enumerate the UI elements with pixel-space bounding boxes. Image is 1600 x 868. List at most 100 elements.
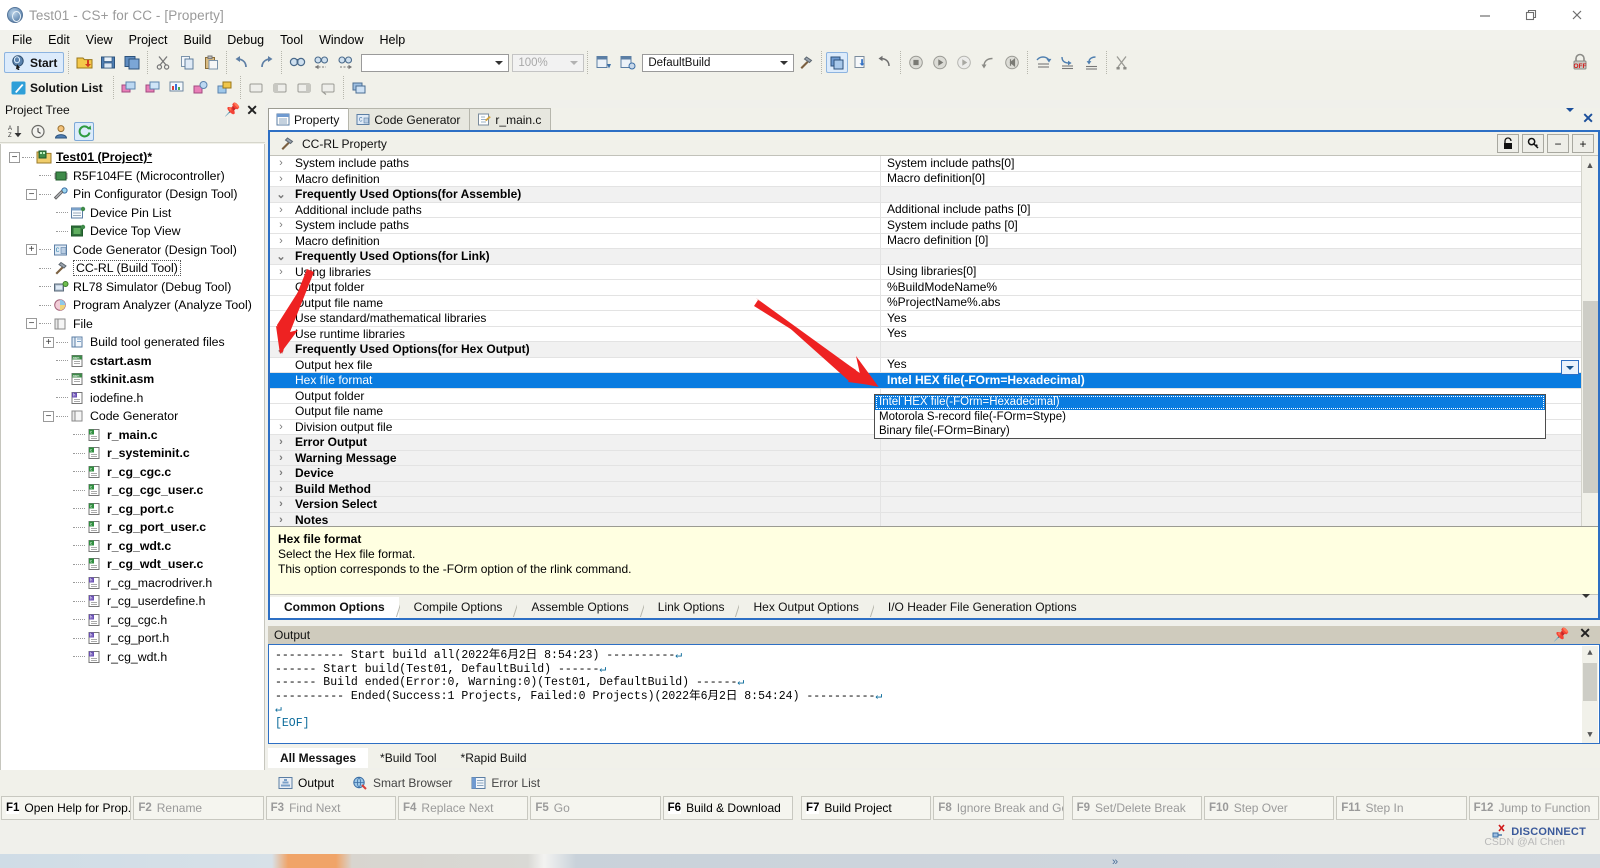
output-vscrollbar[interactable]: ▲ ▼ — [1582, 646, 1598, 743]
save-icon[interactable] — [97, 52, 119, 73]
menu-debug[interactable]: Debug — [219, 31, 272, 49]
menu-tool[interactable]: Tool — [272, 31, 311, 49]
tree-expander[interactable]: − — [26, 318, 37, 330]
clock-icon[interactable] — [28, 122, 48, 141]
tree-node[interactable]: + Build tool generated files — [1, 333, 264, 352]
build-tool-icon[interactable] — [795, 52, 817, 73]
tree-node[interactable]: asm cstart.asm — [1, 352, 264, 371]
dropdown-option[interactable]: Binary file(-FOrm=Binary) — [875, 424, 1545, 439]
close-icon[interactable]: ✕ — [246, 103, 258, 117]
option-tab[interactable]: Common Options — [270, 597, 399, 618]
close-icon[interactable]: ✕ — [1579, 626, 1591, 643]
tree-node[interactable]: − File — [1, 315, 264, 334]
tree-expander[interactable]: − — [9, 151, 20, 163]
property-row[interactable]: › System include paths System include path… — [270, 156, 1598, 172]
download-icon[interactable] — [850, 52, 872, 73]
property-value[interactable]: Macro definition [0] — [880, 233, 1598, 249]
property-row[interactable]: › System include paths System include path… — [270, 217, 1598, 234]
tree-node[interactable]: c r_cg_port.c — [1, 500, 264, 519]
option-tab[interactable]: Link Options — [643, 597, 739, 618]
property-row[interactable]: Use standard/mathematical libraries Yes — [270, 310, 1598, 327]
tab-close-icon[interactable]: ✕ — [1582, 110, 1594, 127]
function-key[interactable]: F5 Go — [530, 796, 661, 820]
tree-node[interactable]: h r_cg_port.h — [1, 629, 264, 648]
cut-icon[interactable] — [152, 52, 174, 73]
sort-az-icon[interactable]: A Z — [5, 122, 25, 141]
property-value[interactable] — [880, 496, 1598, 512]
hex-file-format-dropdown-button[interactable] — [1561, 360, 1579, 375]
step-return-icon[interactable] — [1080, 52, 1102, 73]
search-input[interactable] — [361, 53, 510, 72]
open-project-icon[interactable] — [73, 52, 95, 73]
cascade-icon[interactable] — [348, 77, 370, 98]
step-out-icon[interactable] — [977, 52, 999, 73]
build-project-icon[interactable] — [826, 52, 849, 73]
collapse-all-icon[interactable]: − — [1547, 134, 1569, 153]
tree-node[interactable]: h r_cg_userdefine.h — [1, 592, 264, 611]
function-key[interactable]: F8 Ignore Break and Go — [933, 796, 1064, 820]
go-icon[interactable] — [929, 52, 951, 73]
tab-property[interactable]: Property — [268, 108, 350, 130]
property-row[interactable]: Use runtime libraries Yes — [270, 326, 1598, 342]
tree-node[interactable]: c r_cg_cgc.c — [1, 463, 264, 482]
row-expander[interactable]: ⌄ — [270, 188, 292, 201]
user-icon[interactable] — [51, 122, 71, 141]
chevron-down-icon[interactable] — [492, 55, 506, 71]
property-row[interactable]: Output folder %BuildModeName% — [270, 279, 1598, 296]
pin-icon[interactable] — [214, 77, 236, 98]
key-icon[interactable] — [1522, 134, 1544, 153]
remove-item-icon[interactable] — [142, 77, 164, 98]
dock-item-error-list[interactable]: Error List — [461, 772, 549, 794]
tree-node[interactable]: RL78 Simulator (Debug Tool) — [1, 278, 264, 297]
menu-file[interactable]: File — [4, 31, 40, 49]
tab-code-generator[interactable]: C Code Generator — [348, 108, 471, 130]
property-row[interactable]: Output file name %ProjectName%.abs — [270, 295, 1598, 311]
dock-left-icon[interactable] — [269, 77, 291, 98]
ignore-break-and-go-icon[interactable] — [953, 52, 975, 73]
property-row[interactable]: › Build Method — [270, 481, 1598, 497]
tree-node[interactable]: Device Top View — [1, 222, 264, 241]
property-row[interactable]: Output hex file Yes — [270, 357, 1598, 373]
start-icon[interactable]: Start — [4, 52, 65, 73]
row-expander[interactable]: ⌄ — [270, 250, 292, 263]
hex-file-format-dropdown-list[interactable]: Intel HEX file(-FOrm=Hexadecimal) Motorol… — [874, 394, 1546, 439]
property-row[interactable]: › Warning Message — [270, 450, 1598, 466]
vscroll-thumb[interactable] — [1583, 663, 1597, 701]
menu-window[interactable]: Window — [311, 31, 371, 49]
step-into-icon[interactable] — [1056, 52, 1078, 73]
output-tab[interactable]: *Rapid Build — [448, 748, 539, 768]
property-value[interactable] — [880, 248, 1598, 264]
property-value[interactable] — [880, 450, 1598, 466]
tab-r-main-c[interactable]: r_main.c — [469, 108, 552, 130]
lock-off-icon[interactable]: OFF — [1570, 52, 1590, 72]
row-expander[interactable]: › — [270, 204, 292, 216]
tree-node[interactable]: R5F104FE (Microcontroller) — [1, 167, 264, 186]
dock-item-output[interactable]: Output — [268, 772, 343, 794]
stop-icon[interactable] — [905, 52, 927, 73]
tree-node[interactable]: c r_cg_wdt.c — [1, 537, 264, 556]
function-key[interactable]: F7 Build Project — [800, 796, 932, 820]
property-value[interactable]: Intel HEX file(-FOrm=Hexadecimal) — [880, 372, 1598, 388]
dock-item-smart-browser[interactable]: Smart Browser — [343, 772, 461, 794]
function-key[interactable]: F12 Jump to Function — [1468, 796, 1599, 820]
property-value[interactable] — [880, 341, 1598, 357]
redo-icon[interactable] — [255, 52, 277, 73]
property-row[interactable]: Hex file format Intel HEX file(-FOrm=Hexa… — [270, 372, 1598, 389]
tree-expander[interactable]: − — [43, 410, 54, 422]
tree-node[interactable]: + C Code Generator (Design Tool) — [1, 241, 264, 260]
tree-node[interactable]: h r_cg_cgc.h — [1, 611, 264, 630]
row-expander[interactable]: › — [270, 467, 292, 479]
paste-icon[interactable] — [200, 52, 222, 73]
property-value[interactable]: Additional include paths [0] — [880, 202, 1598, 218]
property-row[interactable]: › Using libraries Using libraries[0] — [270, 264, 1598, 280]
tree-expander[interactable]: − — [26, 188, 37, 200]
property-value[interactable]: Yes — [880, 357, 1598, 373]
property-row[interactable]: › Additional include paths Additional incl… — [270, 202, 1598, 218]
window-icon[interactable] — [245, 77, 267, 98]
tree-node[interactable]: − Pin Configurator (Design Tool) — [1, 185, 264, 204]
property-row[interactable]: › Macro definition Macro definition[0] — [270, 171, 1598, 187]
dropdown-option[interactable]: Intel HEX file(-FOrm=Hexadecimal) — [875, 395, 1545, 410]
refresh-icon[interactable] — [74, 121, 94, 141]
property-row[interactable]: ⌄ Frequently Used Options(for Assemble) — [270, 186, 1598, 203]
chevron-down-icon[interactable] — [777, 55, 791, 71]
